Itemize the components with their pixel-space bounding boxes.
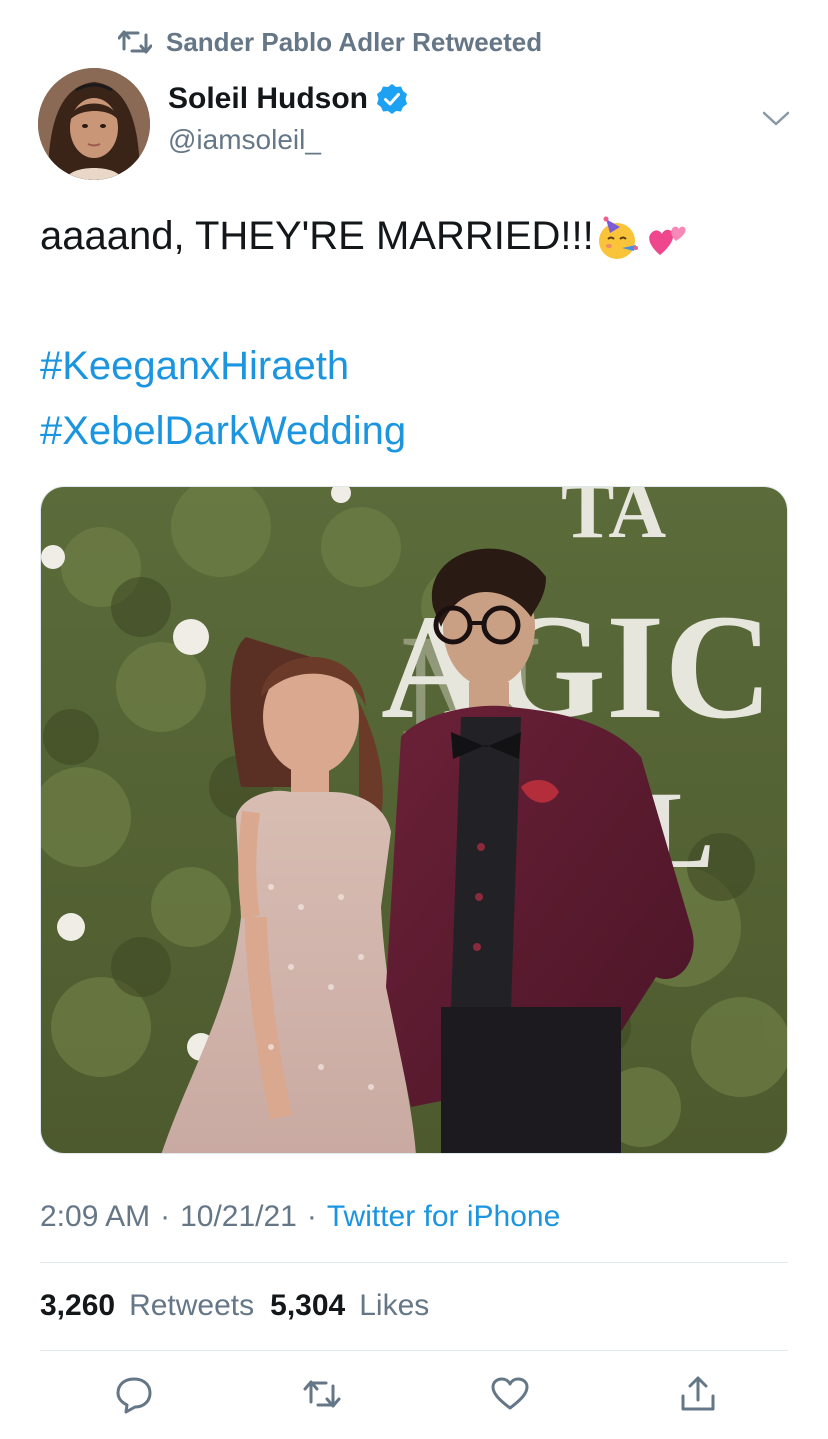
tweet-source-link[interactable]: Twitter for iPhone [327,1200,560,1234]
author-handle[interactable]: @iamsoleil_ [168,124,321,156]
avatar-image [38,68,150,180]
reply-button[interactable] [112,1372,156,1416]
svg-text:TA: TA [561,487,666,555]
divider [40,1262,788,1263]
hashtag-link-2[interactable]: #XebelDarkWedding [40,409,406,454]
author-avatar[interactable] [38,68,150,180]
retweets-label[interactable]: Retweets [129,1289,254,1323]
tweet-media-photo[interactable]: TA AGIC M L [40,486,788,1154]
author-name[interactable]: Soleil Hudson [168,82,408,116]
tweet-metadata: 2:09 AM · 10/21/21 · Twitter for iPhone [40,1200,560,1234]
tweet-date: 10/21/21 [180,1200,297,1233]
tweet-detail-view: Sander Pablo Adler Retweeted Soleil Huds… [0,0,828,1439]
share-button[interactable] [676,1372,720,1416]
author-display-name: Soleil Hudson [168,82,369,115]
tweet-text: aaaand, THEY'RE MARRIED!!! [40,214,690,261]
divider [40,1350,788,1351]
meta-separator: · [306,1200,317,1233]
like-icon [491,1377,529,1410]
tweet-stats: 3,260 Retweets 5,304 Likes [40,1289,431,1323]
tweet-text-body: aaaand, THEY'RE MARRIED!!! [40,214,594,258]
share-icon [681,1376,715,1411]
likes-label[interactable]: Likes [359,1289,429,1323]
meta-separator: · [160,1200,171,1233]
hashtag-link-1[interactable]: #KeeganxHiraeth [40,344,349,389]
two-hearts-emoji [648,227,686,256]
retweet-context[interactable]: Sander Pablo Adler Retweeted [118,26,542,58]
retweet-context-icon [118,30,152,54]
wedding-couple-photo: TA AGIC M L [41,487,787,1153]
chevron-down-icon[interactable] [760,108,792,130]
retweet-context-label: Sander Pablo Adler Retweeted [166,26,543,57]
verified-badge-icon [377,84,408,114]
likes-count[interactable]: 5,304 [270,1289,345,1323]
like-button[interactable] [488,1372,532,1416]
partying-face-emoji [598,216,638,260]
retweet-button[interactable] [300,1372,344,1416]
retweets-count[interactable]: 3,260 [40,1289,115,1323]
reply-icon [116,1377,152,1414]
tweet-time: 2:09 AM [40,1200,151,1233]
retweet-icon [303,1380,341,1408]
